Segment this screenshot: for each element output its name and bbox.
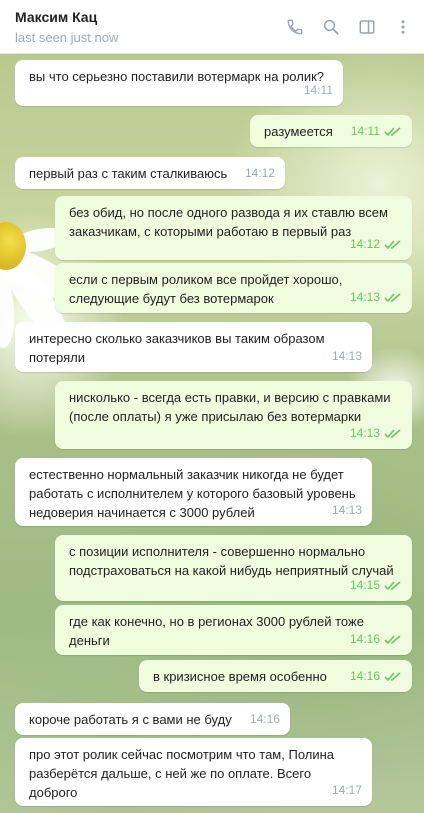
message-time: 14:15 [349,578,380,592]
message-time: 14:16 [349,632,380,646]
phone-icon[interactable] [282,14,308,40]
message-outgoing[interactable]: в кризисное время особенно 14:16 [139,660,412,692]
message-incoming[interactable]: первый раз с таким сталкиваюсь 14:12 [15,157,285,189]
message-text: про этот ролик сейчас посмотрим что там,… [29,747,335,800]
message-text: нисколько - всегда есть правки, и версию… [69,390,391,424]
header-actions [282,14,416,40]
message-outgoing[interactable]: если с первым роликом все пройдет хорошо… [55,263,412,313]
message-time: 14:12 [349,237,380,251]
message-time: 14:17 [331,783,362,797]
message-incoming[interactable]: естественно нормальный заказчик никогда … [15,458,372,526]
read-check-icon [384,239,401,249]
message-text: с позиции исполнителя - совершенно норма… [69,544,394,578]
message-text: вы что серьезно поставили вотермарк на р… [29,69,325,84]
contact-status: last seen just now [15,30,119,45]
message-meta: 14:13 [332,501,362,520]
message-outgoing[interactable]: без обид, но после одного развода я их с… [55,196,412,260]
message-meta: 14:16 [350,630,402,649]
message-meta: 14:11 [351,122,402,141]
chat-area[interactable]: вы что серьезно поставили вотермарк на р… [0,54,424,813]
message-meta: 14:12 [245,164,275,183]
message-time: 14:13 [331,503,362,517]
message-text: естественно нормальный заказчик никогда … [29,467,356,520]
message-meta: 14:13 [350,424,402,443]
message-meta: 14:13 [350,288,402,307]
message-text: короче работать я с вами не буду [29,712,232,727]
message-incoming[interactable]: вы что серьезно поставили вотермарк на р… [15,60,343,106]
message-meta: 14:17 [332,781,362,800]
read-check-icon [384,428,401,438]
message-text: первый раз с таким сталкиваюсь [29,166,228,181]
message-meta: 14:15 [350,576,402,595]
message-outgoing[interactable]: нисколько - всегда есть правки, и версию… [55,381,412,449]
chat-header: Максим Кац last seen just now [0,0,424,54]
message-meta: 14:12 [350,235,402,254]
message-meta: 14:13 [332,347,362,366]
message-meta: 14:11 [304,81,333,100]
message-incoming[interactable]: про этот ролик сейчас посмотрим что там,… [15,738,372,806]
message-incoming[interactable]: интересно сколько заказчиков вы таким об… [15,322,372,372]
message-time: 14:12 [244,166,275,180]
message-outgoing[interactable]: с позиции исполнителя - совершенно норма… [55,535,412,601]
message-time: 14:13 [349,426,380,440]
message-time: 14:13 [349,290,380,304]
message-outgoing[interactable]: где как конечно, но в регионах 3000 рубл… [55,605,412,655]
read-check-icon [384,634,401,644]
message-time: 14:13 [331,349,362,363]
message-time: 14:11 [350,124,380,138]
message-outgoing[interactable]: разумеется 14:11 [250,115,412,147]
read-check-icon [384,671,401,681]
message-time: 14:11 [303,83,333,97]
message-meta: 14:16 [250,710,280,729]
read-check-icon [384,126,401,136]
sidebar-toggle-icon[interactable] [354,14,380,40]
message-time: 14:16 [249,712,280,726]
message-time: 14:16 [349,669,380,683]
message-text: интересно сколько заказчиков вы таким об… [29,331,325,365]
search-icon[interactable] [318,14,344,40]
more-vertical-icon[interactable] [390,14,416,40]
message-meta: 14:16 [350,667,402,686]
read-check-icon [384,580,401,590]
message-incoming[interactable]: короче работать я с вами не буду 14:16 [15,703,290,735]
contact-name[interactable]: Максим Кац [15,9,97,25]
read-check-icon [384,292,401,302]
